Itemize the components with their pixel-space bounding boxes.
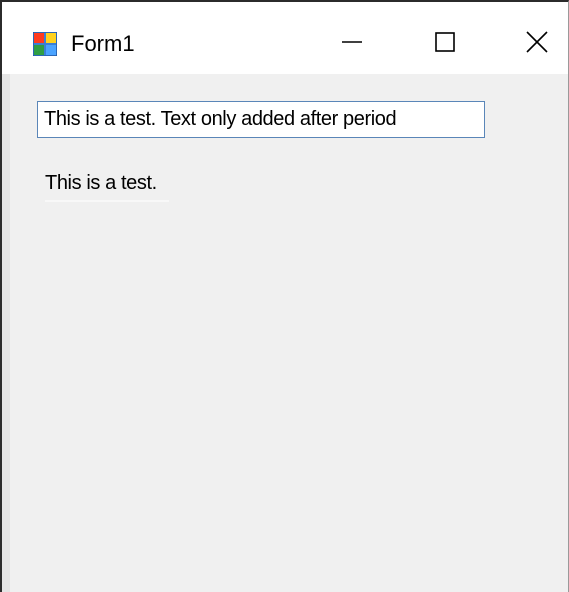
winforms-app-icon bbox=[32, 31, 58, 57]
close-button[interactable] bbox=[509, 16, 565, 72]
window-left-edge bbox=[2, 74, 10, 592]
minimize-icon bbox=[340, 30, 364, 59]
text-input[interactable] bbox=[37, 101, 485, 138]
output-label: This is a test. bbox=[45, 172, 157, 194]
close-icon bbox=[525, 30, 549, 59]
title-bar[interactable]: Form1 bbox=[2, 2, 568, 74]
window-title: Form1 bbox=[71, 31, 135, 56]
maximize-button[interactable] bbox=[417, 16, 473, 72]
app-window: Form1 This is a test. Text only added af… bbox=[0, 0, 569, 592]
maximize-icon bbox=[433, 30, 457, 59]
form-client-area: This is a test. bbox=[2, 74, 568, 592]
label-highlight bbox=[45, 200, 169, 202]
minimize-button[interactable] bbox=[324, 16, 380, 72]
